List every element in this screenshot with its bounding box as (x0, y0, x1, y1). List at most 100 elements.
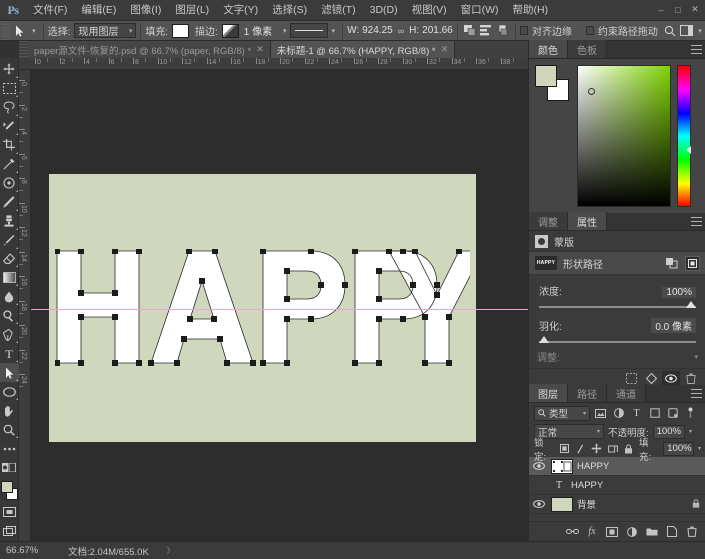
density-value[interactable]: 100% (662, 287, 696, 298)
horizontal-ruler[interactable]: 0 2 4 6 8 10 12 14 16 18 20 22 24 26 28 30 32 34 36 38 (19, 58, 528, 70)
spot-healing-brush-tool[interactable] (0, 174, 19, 193)
workspace-chevron-icon[interactable]: ▾ (695, 22, 705, 40)
menu-filter[interactable]: 滤镜(T) (314, 0, 362, 21)
tab-paths[interactable]: 路径 (568, 384, 607, 402)
lock-position-icon[interactable] (591, 442, 603, 456)
lasso-tool[interactable] (0, 98, 19, 117)
constrain-path-checkbox[interactable] (586, 26, 594, 35)
layer-thumbnail[interactable] (551, 496, 573, 512)
lock-artboard-icon[interactable] (607, 442, 619, 456)
menu-layer[interactable]: 图层(L) (168, 0, 216, 21)
new-layer-icon[interactable] (664, 524, 680, 540)
layer-row-happy-text[interactable]: T HAPPY (529, 476, 705, 495)
feather-slider-handle[interactable] (539, 336, 549, 343)
quick-selection-tool[interactable] (0, 117, 19, 136)
chevron-down-icon[interactable]: ▾ (694, 353, 698, 361)
new-group-icon[interactable] (644, 524, 660, 540)
select-scope-dropdown[interactable]: 现用图层 ▾ (74, 23, 137, 38)
screen-mode-alt-icon[interactable] (0, 522, 19, 541)
stroke-style-dropdown[interactable] (289, 23, 329, 38)
menu-3d[interactable]: 3D(D) (363, 0, 405, 21)
type-tool[interactable]: T (0, 344, 19, 363)
tab-bar-grip[interactable] (19, 41, 28, 58)
density-slider[interactable] (539, 301, 696, 308)
lock-image-icon[interactable] (574, 442, 586, 456)
happy-shape-layer[interactable] (55, 249, 470, 367)
layer-name[interactable]: HAPPY (577, 461, 705, 472)
workspace-icon[interactable] (678, 22, 695, 40)
menu-type[interactable]: 文字(Y) (216, 0, 265, 21)
panel-menu-icon[interactable] (691, 389, 702, 398)
screen-mode-icon[interactable] (0, 503, 19, 522)
close-button[interactable]: ✕ (687, 2, 703, 17)
color-panel-swatches[interactable] (535, 65, 571, 105)
chevron-down-icon[interactable]: ▾ (583, 410, 586, 417)
layer-name[interactable]: HAPPY (571, 480, 705, 491)
layer-thumbnail[interactable] (551, 458, 573, 474)
height-value[interactable]: 201.66 (422, 25, 453, 36)
status-expand-icon[interactable]: 〉 (167, 545, 175, 556)
blur-tool[interactable] (0, 287, 19, 306)
clone-stamp-tool[interactable] (0, 212, 19, 231)
canvas-area[interactable] (31, 70, 528, 541)
layer-visibility-icon[interactable] (531, 476, 547, 495)
pen-tool[interactable] (0, 325, 19, 344)
vertical-ruler[interactable]: 0 2 4 6 8 10 12 14 16 18 20 22 24 (19, 70, 31, 541)
adjust-dropdown[interactable]: 调整: ▾ (529, 345, 705, 368)
align-edges-checkbox[interactable] (520, 26, 529, 35)
feather-value[interactable]: 0.0 像素 (651, 318, 696, 333)
add-vector-mask-icon[interactable] (685, 255, 700, 271)
menu-window[interactable]: 窗口(W) (454, 0, 506, 21)
layer-style-icon[interactable]: fx (584, 524, 600, 540)
layer-mask-icon[interactable] (604, 524, 620, 540)
add-pixel-mask-icon[interactable] (664, 256, 679, 271)
path-selection-icon[interactable] (11, 22, 29, 40)
crop-tool[interactable] (0, 136, 19, 155)
layer-row-background[interactable]: 背景 (529, 495, 705, 514)
document-tab-happy[interactable]: 未标题-1 @ 66.7% (HAPPY, RGB/8) * ✕ (270, 41, 456, 58)
zoom-tool[interactable] (0, 420, 19, 439)
density-slider-handle[interactable] (686, 301, 696, 308)
stroke-width-value[interactable]: 1 像素 (244, 23, 280, 38)
saturation-value-field[interactable] (577, 65, 671, 207)
tab-properties[interactable]: 属性 (568, 212, 607, 230)
layer-filter-dropdown[interactable]: 类型 ▾ (534, 405, 590, 421)
panel-menu-icon[interactable] (691, 217, 702, 226)
minimize-button[interactable]: – (653, 2, 669, 17)
menu-help[interactable]: 帮助(H) (506, 0, 556, 21)
feather-slider[interactable] (539, 336, 696, 343)
zoom-level[interactable]: 66.67% (6, 545, 50, 556)
foreground-color-swatch[interactable] (0, 480, 13, 493)
quick-mask-icon[interactable] (0, 458, 19, 477)
filter-shape-icon[interactable] (647, 406, 662, 421)
color-cursor[interactable] (588, 88, 595, 95)
link-layers-icon[interactable] (564, 524, 580, 540)
mask-thumbnail[interactable]: HAPPY (535, 256, 557, 270)
tab-swatches[interactable]: 色板 (568, 40, 607, 58)
delete-layer-icon[interactable] (684, 524, 700, 540)
lock-transparency-icon[interactable] (558, 442, 570, 456)
rectangular-marquee-tool[interactable] (0, 79, 19, 98)
filter-image-icon[interactable] (593, 406, 608, 421)
foreground-background-colors[interactable] (0, 479, 19, 503)
close-icon[interactable]: ✕ (441, 44, 449, 55)
filter-adjustment-icon[interactable] (611, 406, 626, 421)
adjustment-layer-icon[interactable] (624, 524, 640, 540)
search-icon[interactable] (662, 22, 679, 40)
filter-smartobject-icon[interactable] (665, 406, 680, 421)
menu-view[interactable]: 视图(V) (405, 0, 454, 21)
opacity-chevron-icon[interactable]: ▾ (689, 428, 692, 435)
history-brush-tool[interactable] (0, 231, 19, 250)
fill-value[interactable]: 100% (663, 441, 694, 456)
layer-visibility-icon[interactable] (531, 495, 547, 514)
filter-toggle-icon[interactable] (683, 406, 698, 421)
maximize-button[interactable]: □ (670, 2, 686, 17)
path-arrangement-icon[interactable] (495, 22, 512, 40)
dodge-tool[interactable] (0, 306, 19, 325)
layer-row-happy-shape[interactable]: HAPPY (529, 457, 705, 476)
hue-marker[interactable] (686, 146, 691, 154)
link-icon[interactable]: ∞ (398, 26, 404, 36)
eyedropper-tool[interactable] (0, 155, 19, 174)
menu-edit[interactable]: 编辑(E) (74, 0, 123, 21)
options-bar-grip[interactable] (2, 20, 9, 41)
